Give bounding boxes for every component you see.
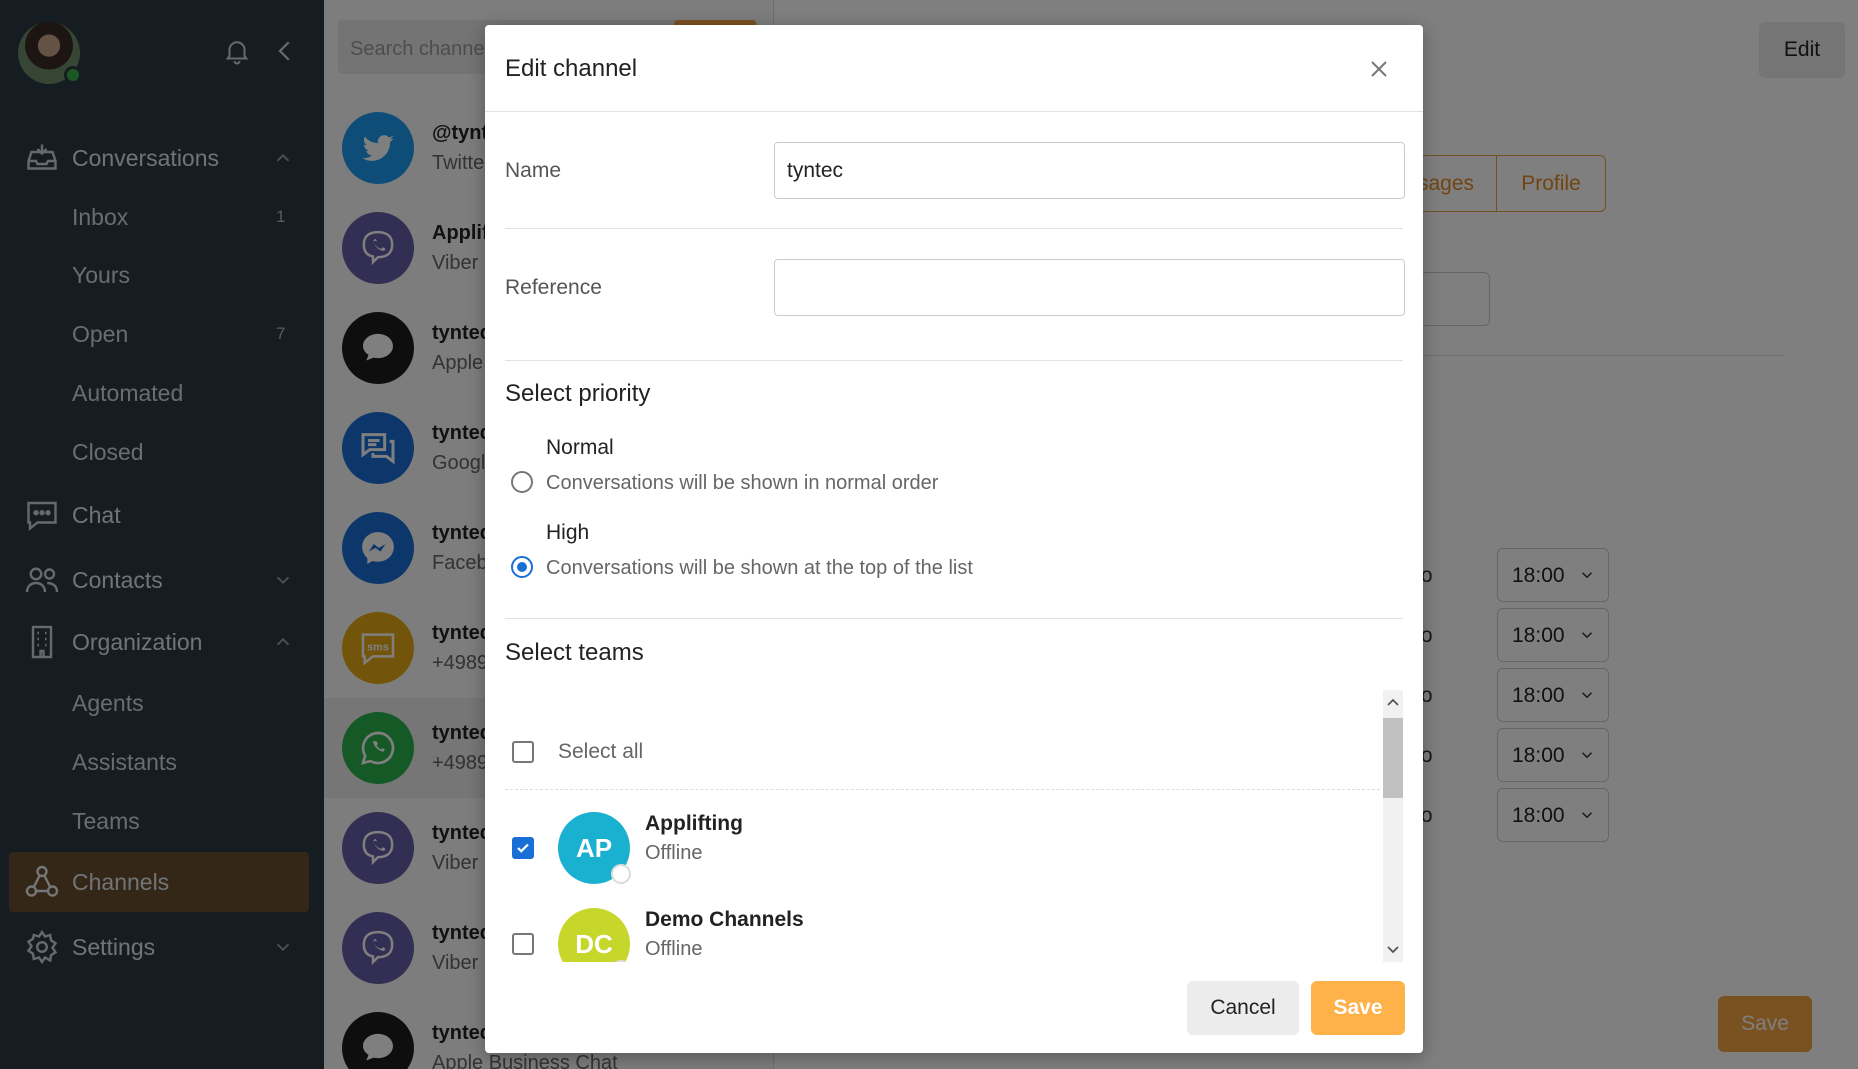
scroll-up-icon[interactable] [1386,696,1400,710]
priority-normal-title: Normal [546,436,614,459]
check-icon [517,843,529,853]
team-initials: DC [575,928,613,959]
team-status: Offline [645,938,703,960]
priority-normal-radio[interactable] [511,471,533,493]
team-status: Offline [645,842,703,864]
scrollbar-thumb[interactable] [1383,718,1403,798]
divider [485,111,1423,112]
team-avatar: AP [558,812,631,884]
divider [505,228,1403,229]
team-name: Applifting [645,812,743,835]
scroll-down-icon[interactable] [1386,942,1400,956]
priority-high-radio[interactable] [511,556,533,578]
divider [505,360,1403,361]
team-checkbox[interactable] [512,837,534,859]
select-all-label: Select all [558,740,644,763]
status-dot [611,960,631,962]
teams-section-title: Select teams [505,639,644,666]
cancel-button[interactable]: Cancel [1187,981,1299,1035]
close-icon[interactable] [1367,57,1391,81]
modal-title: Edit channel [505,55,638,82]
priority-normal-desc: Conversations will be shown in normal or… [546,472,939,494]
divider [505,789,1380,790]
team-avatar: DC [558,908,631,962]
divider [505,618,1403,619]
save-button[interactable]: Save [1311,981,1405,1035]
reference-label: Reference [505,276,602,299]
team-name: Demo Channels [645,908,804,931]
edit-channel-modal: Edit channel Name Reference Select prior… [485,25,1423,1053]
name-field[interactable] [774,142,1405,199]
status-dot [611,864,631,884]
team-checkbox[interactable] [512,933,534,955]
priority-section-title: Select priority [505,380,651,407]
select-all-checkbox[interactable] [512,741,534,763]
teams-scrollbar[interactable] [1383,690,1403,962]
priority-high-title: High [546,521,590,544]
name-label: Name [505,159,562,182]
team-initials: AP [575,832,613,863]
teams-list: Select all AP Applifting Offline DC Demo… [505,690,1403,962]
priority-high-desc: Conversations will be shown at the top o… [546,557,973,579]
reference-field[interactable] [774,259,1405,316]
